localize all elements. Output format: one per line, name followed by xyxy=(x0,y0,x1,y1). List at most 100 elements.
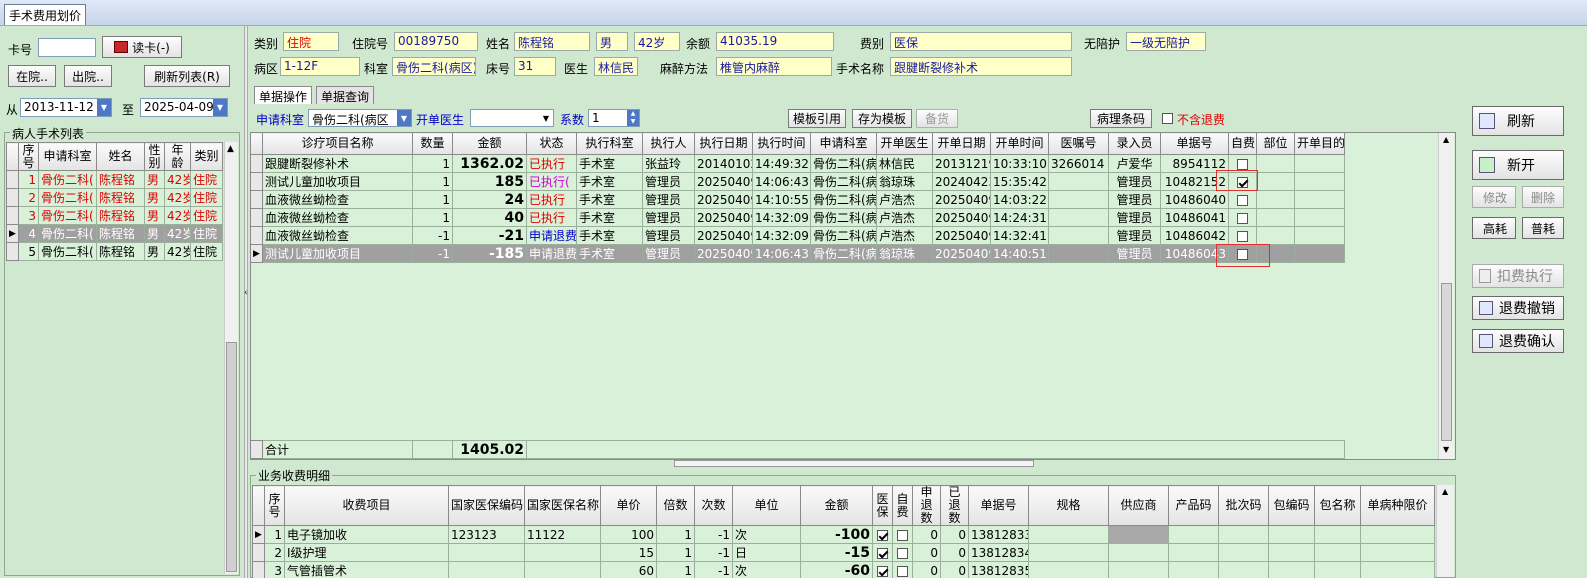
row-indicator[interactable] xyxy=(250,154,263,173)
scroll-up-icon[interactable]: ▲ xyxy=(227,144,234,154)
col-header[interactable]: 单价 xyxy=(600,485,657,526)
chevron-down-icon[interactable]: ▼ xyxy=(97,99,111,116)
detail-scrollbar[interactable]: ▲ xyxy=(1436,485,1454,577)
col-header[interactable]: 自费 xyxy=(1228,132,1257,155)
refresh-list-button[interactable]: 刷新列表(R) xyxy=(144,65,230,87)
col-header[interactable]: 执行科室 xyxy=(576,132,643,155)
cell-ins[interactable] xyxy=(872,561,893,578)
scroll-down-icon[interactable]: ▼ xyxy=(1443,445,1449,454)
chevron-down-icon[interactable]: ▼ xyxy=(539,110,553,126)
table-row[interactable]: 跟腱断裂修补术 1 1362.02 已执行 手术室 张益玲 20140102 14:49:32… xyxy=(250,154,1345,173)
table-row[interactable]: 血液微丝蚴检查 1 40 已执行 手术室 管理员 20250409 14:32:09 骨伤二科(… xyxy=(250,208,1345,227)
delete-button[interactable]: 删除 xyxy=(1522,186,1564,208)
from-date-picker[interactable]: 2013-11-12 ▼ xyxy=(20,98,112,117)
col-header[interactable]: 执行日期 xyxy=(694,132,753,155)
col-header[interactable]: 次数 xyxy=(694,485,733,526)
col-header[interactable]: 执行时间 xyxy=(752,132,811,155)
table-row[interactable]: ▶ 1 电子镜加收 123123 11122 100 1 -1 次 -100 0 0 13812833 xyxy=(252,525,1435,544)
refund-cancel-button[interactable]: 退费撤销 xyxy=(1472,296,1564,320)
table-row[interactable]: 3骨伤二科(陈程铭男42岁住院 xyxy=(6,206,223,225)
order-doctor-select[interactable]: ▼ xyxy=(470,109,554,127)
table-row[interactable]: 测试儿童加收项目 1 185 已执行(手术室 管理员 20250409 14:06:43 骨伤… xyxy=(250,172,1345,191)
col-header[interactable]: 序号 xyxy=(264,485,285,526)
col-header[interactable]: 批次码 xyxy=(1218,485,1269,526)
col-header[interactable]: 开单医生 xyxy=(876,132,933,155)
table-row[interactable]: 3 气管插管术 60 1 -1 次 -60 0 0 13812835 xyxy=(252,561,1435,578)
in-hospital-button[interactable]: 在院.. xyxy=(8,65,56,87)
row-indicator[interactable]: ▶ xyxy=(6,224,19,243)
row-indicator[interactable] xyxy=(6,242,19,261)
insurance-checkbox[interactable] xyxy=(877,547,888,559)
row-indicator[interactable] xyxy=(6,170,19,189)
col-header[interactable]: 诊疗项目名称 xyxy=(262,132,413,155)
card-input[interactable] xyxy=(38,38,96,57)
new-button[interactable]: 新开 xyxy=(1472,150,1564,180)
general-consume-button[interactable]: 普耗 xyxy=(1522,217,1564,239)
row-indicator[interactable] xyxy=(250,226,263,245)
patient-list-scrollbar[interactable]: ▲ xyxy=(224,142,238,574)
to-date-picker[interactable]: 2025-04-09 ▼ xyxy=(140,98,228,117)
main-grid-scrollbar[interactable]: ▲ ▼ xyxy=(1438,133,1454,459)
col-header[interactable]: 部位 xyxy=(1256,132,1295,155)
row-indicator[interactable]: ▶ xyxy=(250,244,263,263)
table-row[interactable]: 2骨伤二科(陈程铭男42岁住院 xyxy=(6,188,223,207)
col-header[interactable]: 执行人 xyxy=(642,132,695,155)
col-header[interactable]: 单位 xyxy=(732,485,801,526)
cell-self[interactable] xyxy=(892,525,913,544)
tab-bill-query[interactable]: 单据查询 xyxy=(316,86,375,104)
out-hospital-button[interactable]: 出院.. xyxy=(64,65,112,87)
col-header[interactable]: 国家医保名称 xyxy=(524,485,601,526)
col-header[interactable]: 申请科室 xyxy=(810,132,877,155)
col-header[interactable]: 金额 xyxy=(452,132,527,155)
row-indicator[interactable] xyxy=(252,543,265,562)
scroll-up-icon[interactable]: ▲ xyxy=(1442,487,1448,496)
col-header[interactable]: 收费项目 xyxy=(284,485,449,526)
col-header[interactable]: 单病种限价 xyxy=(1360,485,1435,526)
table-row[interactable]: 1骨伤二科(陈程铭男42岁住院 xyxy=(6,170,223,189)
read-card-button[interactable]: 读卡(-) xyxy=(102,36,182,58)
row-indicator[interactable] xyxy=(250,172,263,191)
row-indicator[interactable]: ▶ xyxy=(252,525,265,544)
col-header[interactable]: 倍数 xyxy=(656,485,695,526)
col-header[interactable]: 包名称 xyxy=(1314,485,1361,526)
self-pay-checkbox[interactable] xyxy=(1237,158,1248,170)
cell-self-pay[interactable] xyxy=(1228,208,1257,227)
cell-self[interactable] xyxy=(892,543,913,562)
col-header[interactable]: 录入员 xyxy=(1108,132,1161,155)
col-header[interactable]: 供应商 xyxy=(1108,485,1169,526)
col-header[interactable]: 产品码 xyxy=(1168,485,1219,526)
template-ref-button[interactable]: 模板引用 xyxy=(788,109,846,128)
col-header[interactable]: 已退数 xyxy=(940,485,969,526)
stock-button[interactable]: 备货 xyxy=(916,109,958,128)
self-pay-checkbox[interactable] xyxy=(1237,230,1248,242)
row-indicator[interactable] xyxy=(250,208,263,227)
deduct-exec-button[interactable]: 扣费执行 xyxy=(1472,264,1564,288)
col-header[interactable]: 包编码 xyxy=(1268,485,1315,526)
insurance-checkbox[interactable] xyxy=(877,529,888,541)
coef-stepper[interactable]: 1 ▲ ▼ xyxy=(588,109,640,127)
row-indicator[interactable] xyxy=(6,206,19,225)
col-header[interactable]: 单据号 xyxy=(968,485,1029,526)
row-indicator[interactable] xyxy=(252,561,265,578)
cell-self[interactable] xyxy=(892,561,913,578)
refresh-button[interactable]: 刷新 xyxy=(1472,106,1564,136)
col-header[interactable]: 开单日期 xyxy=(932,132,991,155)
pathology-barcode-button[interactable]: 病理条码 xyxy=(1090,109,1152,128)
col-header[interactable]: 状态 xyxy=(526,132,577,155)
high-consume-button[interactable]: 高耗 xyxy=(1472,217,1516,239)
col-header[interactable]: 规格 xyxy=(1028,485,1109,526)
col-header[interactable]: 医嘱号 xyxy=(1048,132,1109,155)
col-header[interactable]: 医保 xyxy=(872,485,893,526)
self-pay-checkbox[interactable] xyxy=(1237,212,1248,224)
col-header[interactable]: 金额 xyxy=(800,485,873,526)
col-header[interactable]: 开单时间 xyxy=(990,132,1049,155)
scroll-up-icon[interactable]: ▲ xyxy=(1443,135,1449,144)
modify-button[interactable]: 修改 xyxy=(1472,186,1516,208)
window-tab-title[interactable]: 手术费用划价 xyxy=(4,4,87,25)
scrollbar-thumb[interactable] xyxy=(1441,283,1452,441)
self-pay-checkbox[interactable] xyxy=(897,547,908,559)
cell-ins[interactable] xyxy=(872,543,893,562)
tab-bill-operation[interactable]: 单据操作 xyxy=(254,86,313,104)
table-row[interactable]: 5骨伤二科(陈程铭男42岁住院 xyxy=(6,242,223,261)
no-refund-checkbox[interactable] xyxy=(1162,113,1173,124)
